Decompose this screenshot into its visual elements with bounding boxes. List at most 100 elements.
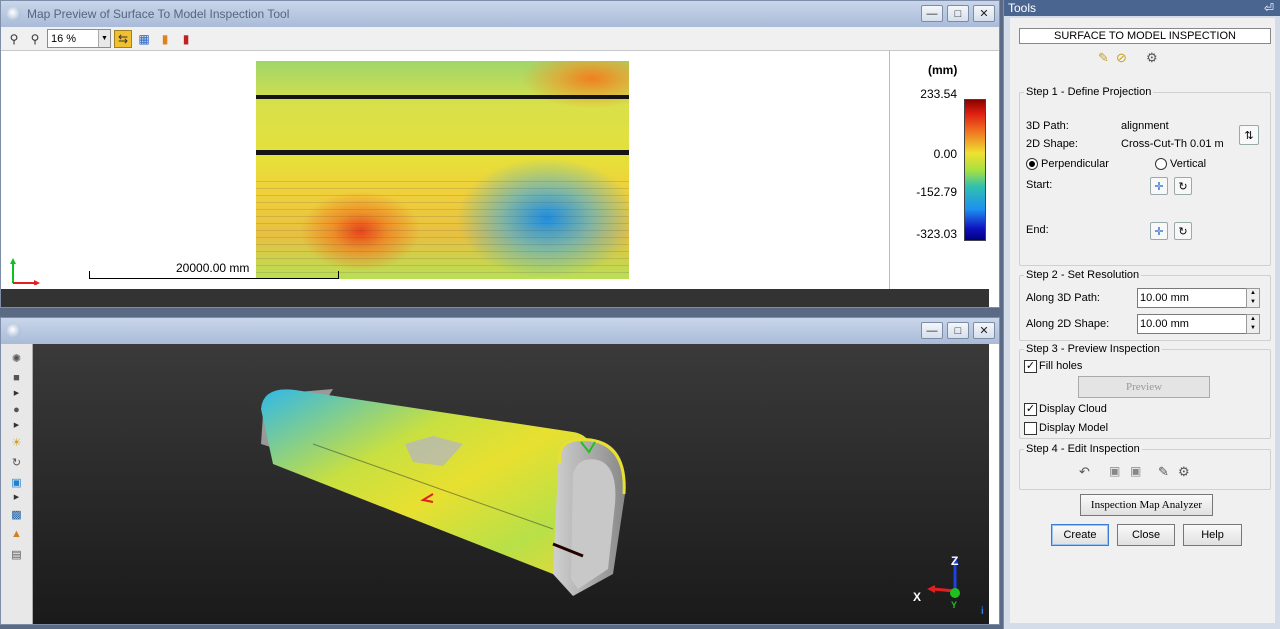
chevron-right-icon[interactable]: ▶ <box>14 390 19 398</box>
undo-icon: ↻ <box>1178 180 1188 193</box>
view3d-viewport[interactable]: Z X Y i <box>33 344 989 624</box>
minimize-button[interactable]: — <box>921 322 943 339</box>
preview-button[interactable]: Preview <box>1078 376 1210 398</box>
end-pick-button[interactable]: ✛ <box>1150 222 1168 240</box>
legend-mid: -152.79 <box>916 185 957 199</box>
legend-zero: 0.00 <box>933 147 957 161</box>
pan-icon[interactable]: ● <box>9 402 25 418</box>
legend-max: 233.54 <box>920 87 957 101</box>
disable-icon[interactable]: ⊘ <box>1116 50 1127 66</box>
along-path-label: Along 3D Path: <box>1026 292 1100 304</box>
display-cloud-label: Display Cloud <box>1039 403 1107 415</box>
display-mode-icon[interactable]: ▣ <box>9 474 25 490</box>
app-icon <box>7 7 21 21</box>
close-button[interactable]: ✕ <box>973 322 995 339</box>
heatmap-band-lower <box>256 150 629 155</box>
shape-value: Cross-Cut-Th 0.01 m <box>1121 138 1224 150</box>
along-path-input[interactable]: 10.00 mm <box>1137 288 1259 308</box>
zoom-out-icon[interactable]: ⚲ <box>26 30 44 48</box>
adjust-icon[interactable]: ⚙ <box>1178 464 1190 480</box>
display-model-label: Display Model <box>1039 422 1109 434</box>
scale-label: 20000.00 mm <box>176 261 250 275</box>
view3d-titlebar[interactable]: — □ ✕ <box>1 318 999 344</box>
info-icon[interactable]: i <box>981 606 984 617</box>
display-cloud-checkbox[interactable]: ✓ <box>1024 403 1037 416</box>
pin-icon[interactable]: ⏎ <box>1264 1 1274 15</box>
along-path-stepper[interactable]: ▲ ▼ <box>1246 288 1260 308</box>
along-shape-stepper[interactable]: ▲ ▼ <box>1246 314 1260 334</box>
map-toolbar: ⚲ ⚲ 16 % ▼ ⇆ ▦ ▮ ▮ <box>1 27 999 51</box>
fill-holes-checkbox[interactable]: ✓ <box>1024 360 1037 373</box>
start-reset-button[interactable]: ↻ <box>1174 177 1192 195</box>
print-icon[interactable]: ▤ <box>9 546 25 562</box>
perpendicular-radio[interactable] <box>1026 158 1038 170</box>
step4-title: Step 4 - Edit Inspection <box>1024 443 1142 455</box>
maximize-button[interactable]: □ <box>947 5 969 22</box>
color-map-icon[interactable]: ▦ <box>135 30 153 48</box>
refresh-icon: ⇅ <box>1244 129 1254 142</box>
legend-min: -323.03 <box>916 227 957 241</box>
undo-edit-icon[interactable]: ↶ <box>1079 464 1090 480</box>
zoom-select[interactable]: 16 % ▼ <box>47 29 111 48</box>
axis-z-label: Z <box>951 554 959 568</box>
layers-icon[interactable]: ▩ <box>9 506 25 522</box>
select-icon[interactable]: ▣ <box>1109 464 1120 478</box>
color-scale-icon[interactable]: ▮ <box>156 30 174 48</box>
fill-holes-label: Fill holes <box>1039 360 1083 372</box>
end-label: End: <box>1026 224 1049 236</box>
vertical-radio[interactable] <box>1155 158 1167 170</box>
refresh-path-button[interactable]: ⇅ <box>1239 125 1259 145</box>
legend-color-bar <box>964 99 986 241</box>
inspection-map[interactable]: 20000.00 mm <box>1 51 889 289</box>
create-button[interactable]: Create <box>1051 524 1109 546</box>
heatmap-scanlines <box>256 181 629 279</box>
inspection-map-analyzer-button[interactable]: Inspection Map Analyzer <box>1080 494 1213 516</box>
deselect-icon[interactable]: ▣ <box>1130 464 1141 478</box>
map-preview-window: Map Preview of Surface To Model Inspecti… <box>0 0 1000 308</box>
paint-icon[interactable]: ✎ <box>1158 464 1169 480</box>
zoom-in-icon[interactable]: ⚲ <box>5 30 23 48</box>
warning-icon[interactable]: ▲ <box>9 526 25 542</box>
along-shape-label: Along 2D Shape: <box>1026 318 1110 330</box>
lighting-icon[interactable]: ☀ <box>9 434 25 450</box>
map-preview-titlebar[interactable]: Map Preview of Surface To Model Inspecti… <box>1 1 999 27</box>
tools-header: Tools ⏎ <box>1004 0 1280 16</box>
color-legend: (mm) 233.54 0.00 -152.79 -323.03 <box>889 51 989 289</box>
axis-x-label: X <box>913 590 922 604</box>
tools-panel: Tools ⏎ SURFACE TO MODEL INSPECTION ✎ ⊘ … <box>1003 0 1280 629</box>
edit-tool-icon[interactable]: ✎ <box>1098 50 1109 66</box>
maximize-button[interactable]: □ <box>947 322 969 339</box>
view3d-window: — □ ✕ ✺ ■ ▶ ● ▶ ☀ ↻ ▣ ▶ ▩ ▲ ▤ Z X Y i <box>0 317 1000 625</box>
map-axes-icon <box>10 258 40 285</box>
close-button[interactable]: Close <box>1117 524 1175 546</box>
step1-title: Step 1 - Define Projection <box>1024 86 1154 98</box>
undo-icon: ↻ <box>1178 225 1188 238</box>
shape-label: 2D Shape: <box>1026 138 1078 150</box>
crosshair-icon: ✛ <box>1154 180 1164 193</box>
tools-body: SURFACE TO MODEL INSPECTION ✎ ⊘ ⚙ Step 1… <box>1010 18 1275 623</box>
chevron-right-icon[interactable]: ▶ <box>14 422 19 430</box>
legend-icon[interactable]: ▮ <box>177 30 195 48</box>
close-button[interactable]: ✕ <box>973 5 995 22</box>
end-reset-button[interactable]: ↻ <box>1174 222 1192 240</box>
axis-triad <box>927 557 960 598</box>
sync-view-icon[interactable]: ⇆ <box>114 29 132 48</box>
map-preview-title: Map Preview of Surface To Model Inspecti… <box>27 7 290 21</box>
settings-icon[interactable]: ⚙ <box>1146 50 1158 66</box>
rotate-icon[interactable]: ↻ <box>9 454 25 470</box>
display-model-checkbox[interactable] <box>1024 422 1037 435</box>
cube-view-icon[interactable]: ■ <box>9 370 25 386</box>
help-button[interactable]: Help <box>1183 524 1242 546</box>
start-label: Start: <box>1026 179 1053 191</box>
app-icon <box>7 324 21 338</box>
crosshair-icon: ✛ <box>1154 225 1164 238</box>
along-shape-input[interactable]: 10.00 mm <box>1137 314 1259 334</box>
chevron-right-icon[interactable]: ▶ <box>14 494 19 502</box>
view-orbit-icon[interactable]: ✺ <box>9 350 25 366</box>
minimize-button[interactable]: — <box>921 5 943 22</box>
map-statusbar <box>1 289 989 307</box>
axis-y-label: Y <box>951 600 958 610</box>
legend-unit: (mm) <box>928 63 958 77</box>
start-pick-button[interactable]: ✛ <box>1150 177 1168 195</box>
zoom-value: 16 % <box>51 32 77 45</box>
